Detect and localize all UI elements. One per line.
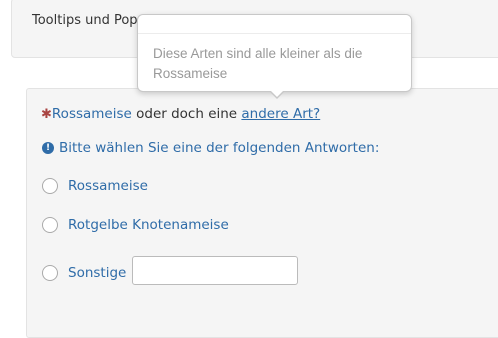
- popover-header: [138, 15, 411, 34]
- option-sonstige[interactable]: Sonstige: [42, 265, 126, 281]
- option-label: Rossameise: [68, 178, 148, 194]
- question-term: Rossameise: [51, 106, 132, 122]
- popover-arrow: [269, 90, 285, 99]
- option-rossameise[interactable]: Rossameise: [42, 178, 148, 194]
- other-answer-input[interactable]: [132, 256, 298, 285]
- panel-title: Tooltips und Pop: [32, 13, 138, 28]
- popover-body: Diese Arten sind alle kleiner als die Ro…: [153, 46, 363, 81]
- option-label: Rotgelbe Knotenameise: [68, 217, 229, 233]
- option-rotgelbe-knotenameise[interactable]: Rotgelbe Knotenameise: [42, 217, 229, 233]
- popover: Diese Arten sind alle kleiner als die Ro…: [137, 14, 412, 99]
- radio-rotgelbe-knotenameise[interactable]: [42, 217, 58, 233]
- question-text: ✱Rossameise oder doch eine andere Art?: [41, 106, 320, 122]
- option-label: Sonstige: [68, 265, 127, 281]
- other-species-link[interactable]: andere Art?: [241, 106, 320, 122]
- radio-rossameise[interactable]: [42, 178, 58, 194]
- question-panel: ✱Rossameise oder doch eine andere Art? !…: [26, 88, 498, 338]
- answer-hint: ! Bitte wählen Sie eine der folgenden An…: [42, 140, 379, 156]
- required-marker-icon: ✱: [41, 107, 52, 122]
- question-connector: oder doch eine: [131, 106, 242, 122]
- exclamation-circle-icon: !: [42, 142, 54, 154]
- radio-sonstige[interactable]: [42, 265, 58, 281]
- hint-text: Bitte wählen Sie eine der folgenden Antw…: [59, 140, 380, 156]
